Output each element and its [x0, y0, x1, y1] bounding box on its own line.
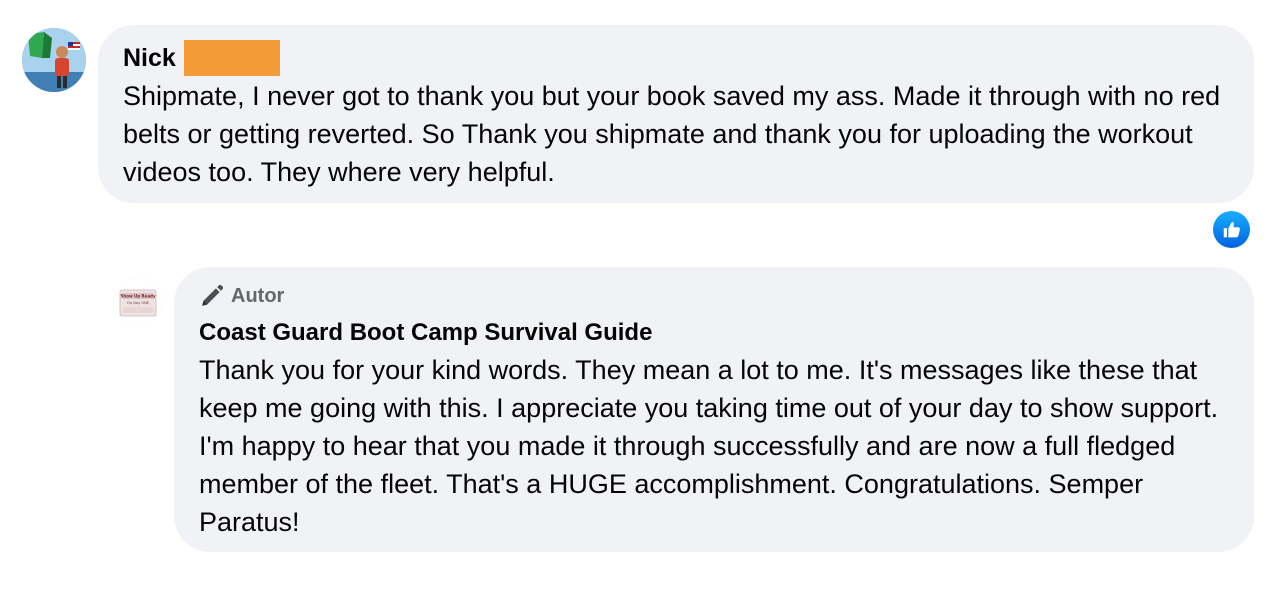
comment-bubble: Nick Shipmate, I never got to thank you … [98, 25, 1254, 203]
svg-text:Show Up Ready: Show Up Ready [120, 294, 155, 299]
author-role-badge: Autor [199, 281, 1230, 311]
page-avatar[interactable]: Show Up Ready On Day ONE [114, 278, 162, 326]
comment-author-name[interactable]: Nick [123, 40, 176, 76]
reply-author-name[interactable]: Coast Guard Boot Camp Survival Guide [199, 315, 1230, 351]
commenter-avatar[interactable] [22, 28, 86, 92]
comment-header: Nick [123, 40, 1230, 76]
redacted-surname [183, 40, 280, 76]
comment-text: Shipmate, I never got to thank you but y… [123, 81, 1228, 187]
page-avatar-image: Show Up Ready On Day ONE [114, 278, 162, 326]
like-reaction-badge[interactable] [1213, 211, 1250, 248]
reply-bubble: Autor Coast Guard Boot Camp Survival Gui… [174, 267, 1254, 552]
like-icon [1223, 221, 1240, 237]
reply-text: Thank you for your kind words. They mean… [199, 355, 1226, 537]
commenter-avatar-image [22, 28, 86, 92]
pencil-icon [199, 283, 225, 309]
svg-text:On Day ONE: On Day ONE [127, 301, 150, 305]
role-label: Autor [231, 285, 285, 307]
